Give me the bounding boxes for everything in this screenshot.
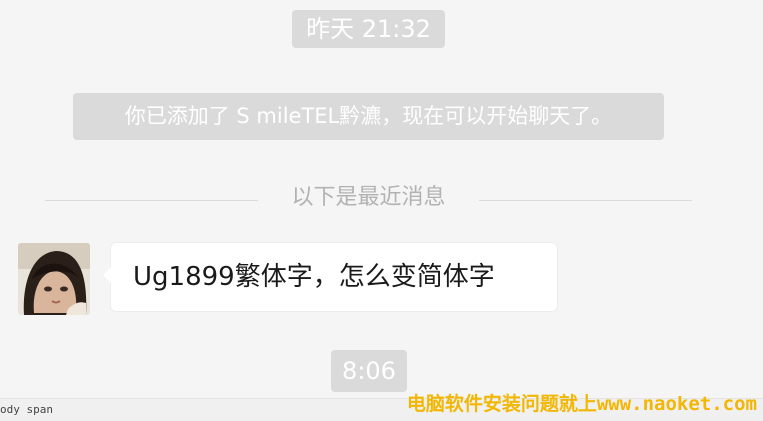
timestamp-badge: 昨天 21:32 [292,10,445,48]
element-path[interactable]: ody span [0,402,53,418]
divider-line-right [479,200,692,201]
chat-area: 昨天 21:32 你已添加了 S mileTEL黔瀌，现在可以开始聊天了。 以下… [0,0,763,398]
site-watermark: 电脑软件安装问题就上www.naoket.com [406,393,757,415]
recent-messages-divider: 以下是最近消息 [45,180,692,216]
divider-line-left [45,200,258,201]
message-text: Ug1899繁体字，怎么变简体字 [133,262,495,292]
system-message: 你已添加了 S mileTEL黔瀌，现在可以开始聊天了。 [73,93,664,140]
contact-avatar[interactable] [18,243,90,315]
avatar-image [18,243,90,315]
divider-label: 以下是最近消息 [291,185,446,210]
timestamp-badge-bottom: 8:06 [331,350,407,392]
message-bubble[interactable]: Ug1899繁体字，怎么变简体字 [103,243,557,311]
